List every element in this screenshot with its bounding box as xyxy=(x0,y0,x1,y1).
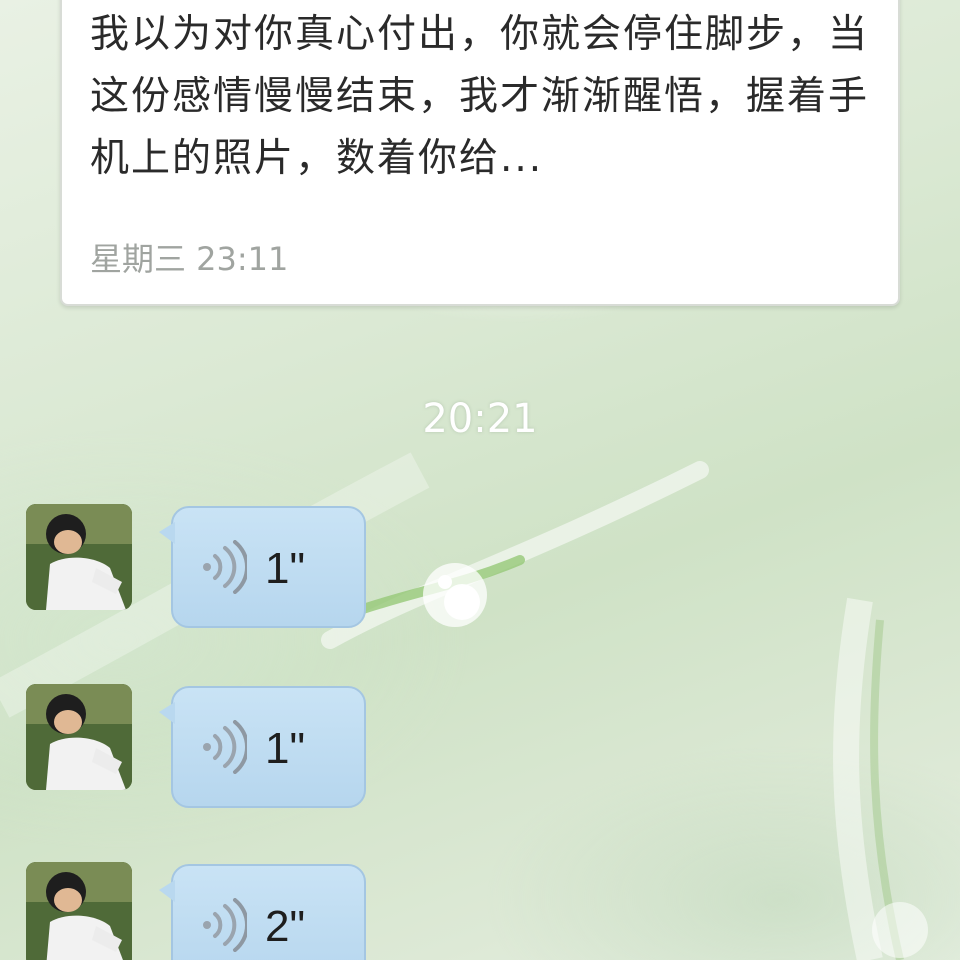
message-card-text: 我以为对你真心付出，你就会停住脚步，当这份感情慢慢结束，我才渐渐醒悟，握着手机上… xyxy=(90,12,870,181)
message-card[interactable]: 我以为对你真心付出，你就会停住脚步，当这份感情慢慢结束，我才渐渐醒悟，握着手机上… xyxy=(60,0,900,306)
voice-wave-icon xyxy=(203,898,247,952)
voice-message-row: 2" xyxy=(26,862,426,960)
voice-wave-icon xyxy=(203,720,247,774)
avatar[interactable] xyxy=(26,684,132,790)
bubble-tail xyxy=(159,702,175,724)
avatar[interactable] xyxy=(26,862,132,960)
voice-duration: 1" xyxy=(265,544,306,593)
voice-wave-icon xyxy=(203,540,247,594)
voice-message-bubble[interactable]: 2" xyxy=(159,864,366,960)
chat-time-divider: 20:21 xyxy=(422,396,538,442)
voice-duration: 1" xyxy=(265,724,306,773)
avatar-photo-icon xyxy=(26,504,132,610)
avatar-photo-icon xyxy=(26,862,132,960)
voice-message-bubble[interactable]: 1" xyxy=(159,686,366,808)
bubble-tail xyxy=(159,522,175,544)
voice-message-row: 1" xyxy=(26,684,426,814)
bubble-tail xyxy=(159,880,175,902)
avatar[interactable] xyxy=(26,504,132,610)
message-card-timestamp: 星期三 23:11 xyxy=(90,240,289,278)
voice-duration: 2" xyxy=(265,902,306,951)
voice-message-row: 1" xyxy=(26,504,426,634)
avatar-photo-icon xyxy=(26,684,132,790)
voice-message-bubble[interactable]: 1" xyxy=(159,506,366,628)
